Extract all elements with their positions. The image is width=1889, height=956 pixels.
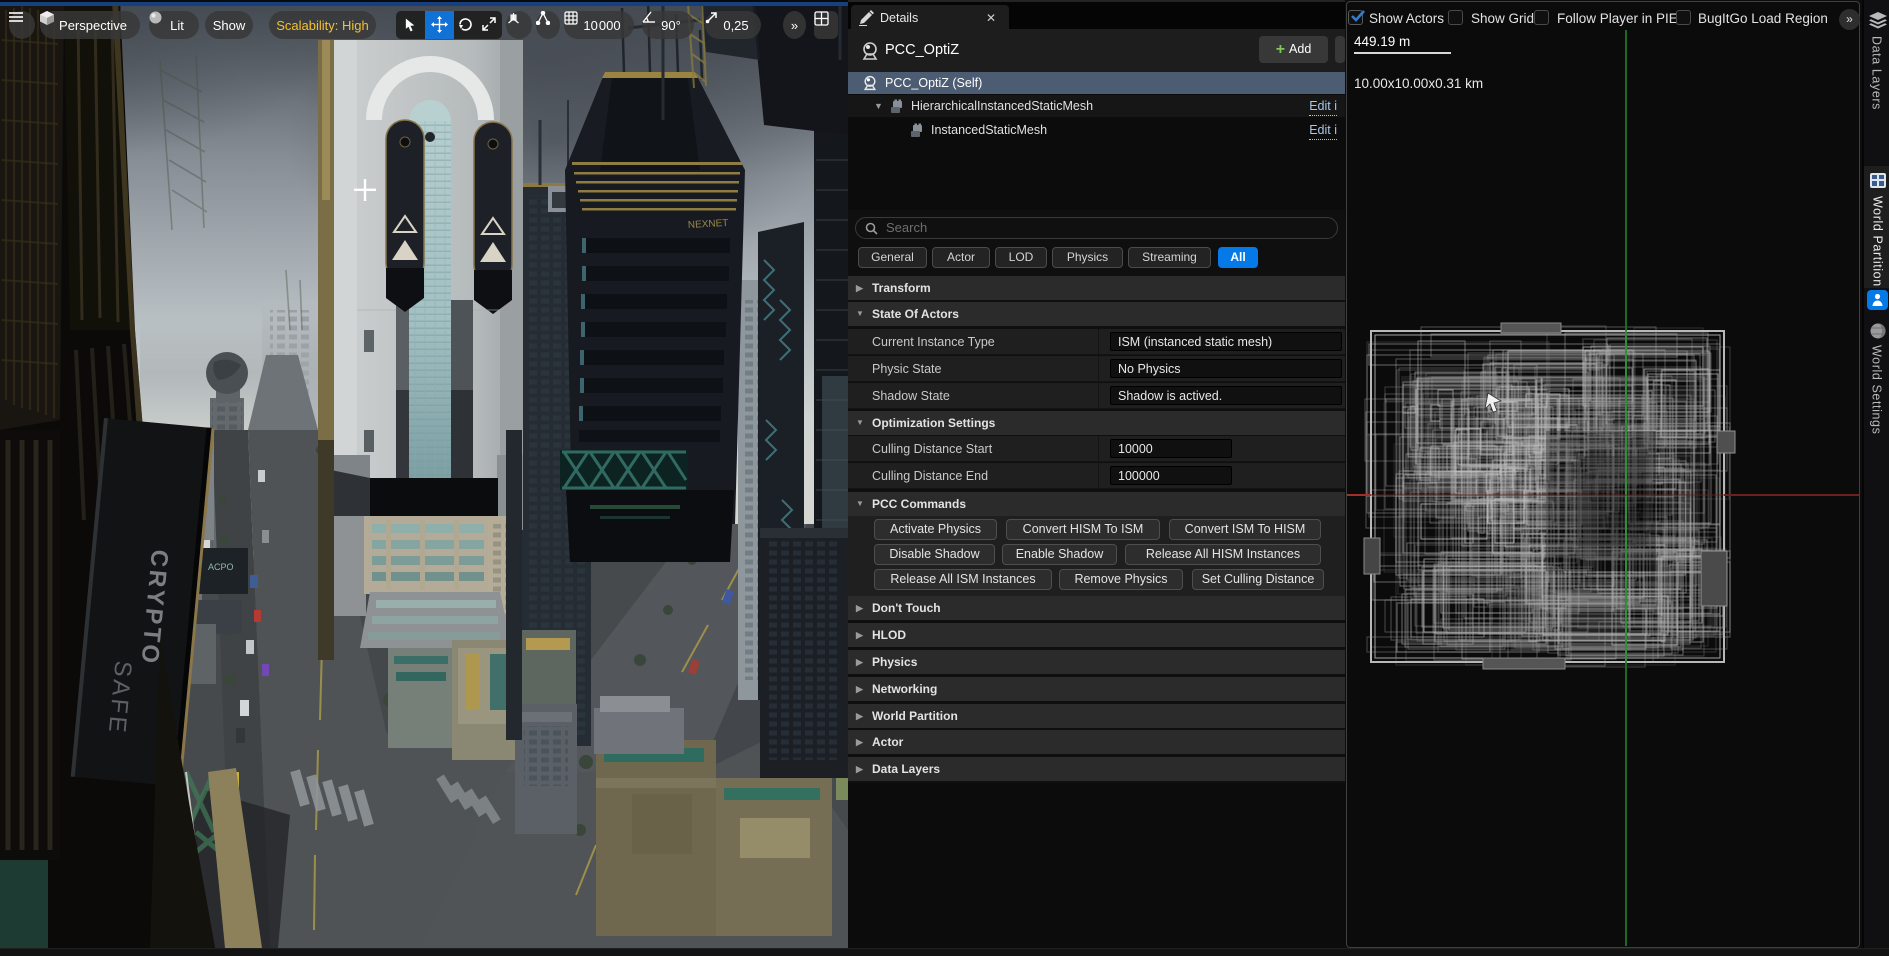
svg-text:ACPO: ACPO	[208, 562, 234, 572]
svg-text:NEXNET: NEXNET	[688, 218, 729, 231]
